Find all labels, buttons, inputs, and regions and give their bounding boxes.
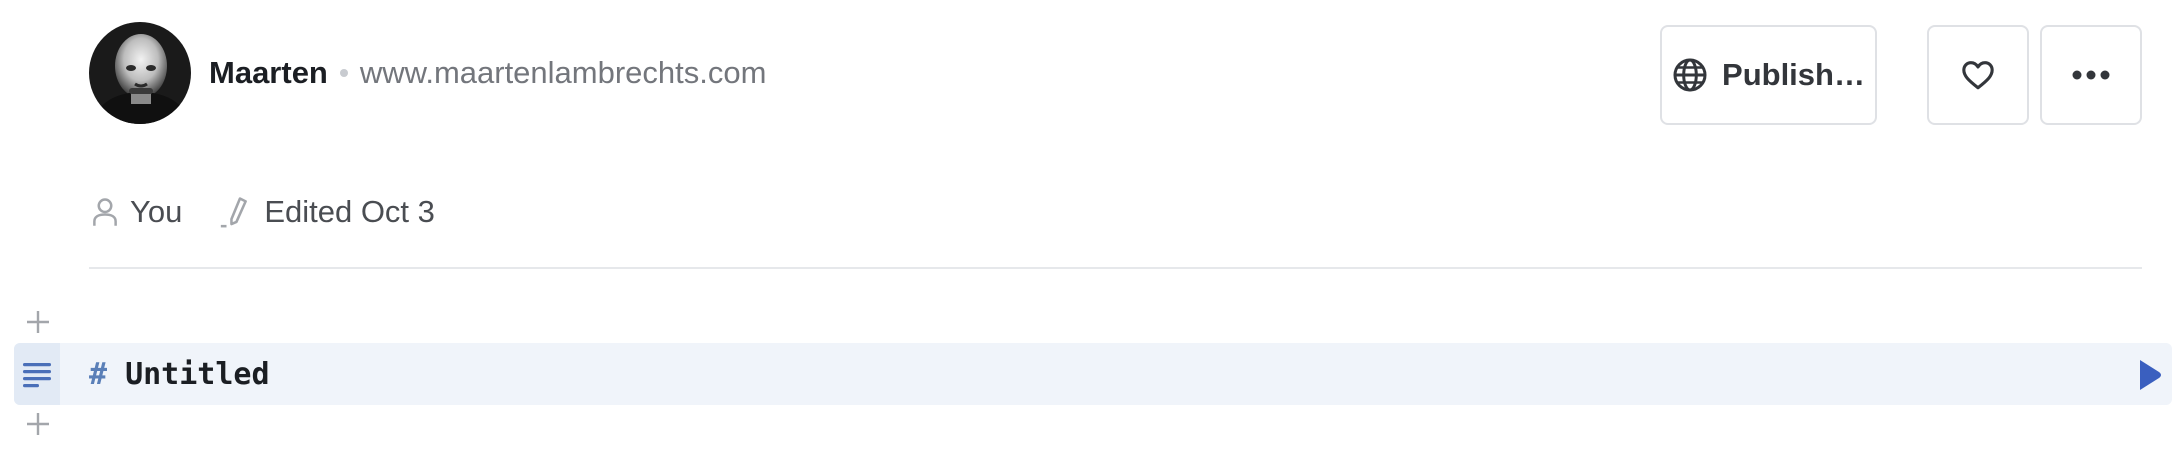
plus-icon bbox=[27, 413, 49, 435]
text-align-icon bbox=[23, 363, 51, 388]
heart-icon bbox=[1962, 61, 1994, 90]
add-cell-below-button[interactable] bbox=[23, 409, 53, 439]
notebook-page: Maarten www.maartenlambrechts.com Publis… bbox=[0, 0, 2182, 474]
avatar-portrait bbox=[89, 22, 191, 124]
notebook-meta: You Edited Oct 3 bbox=[92, 192, 435, 232]
cell-editor[interactable]: # Untitled bbox=[89, 343, 270, 405]
header-divider bbox=[89, 267, 2142, 269]
more-horizontal-icon bbox=[2072, 70, 2110, 80]
edited-info[interactable]: Edited Oct 3 bbox=[218, 194, 435, 230]
notebook-header: Maarten www.maartenlambrechts.com bbox=[89, 22, 766, 124]
like-button[interactable] bbox=[1927, 25, 2029, 125]
cell-menu-handle[interactable] bbox=[14, 343, 60, 405]
owner-label: You bbox=[130, 194, 183, 229]
play-icon bbox=[2140, 360, 2161, 390]
add-cell-above-button[interactable] bbox=[23, 307, 53, 337]
run-cell-button[interactable] bbox=[2134, 358, 2166, 392]
plus-icon bbox=[27, 311, 49, 333]
avatar[interactable] bbox=[89, 22, 191, 124]
pencil-icon bbox=[221, 197, 248, 228]
heading-hash: # bbox=[89, 356, 108, 392]
owner-info[interactable]: You bbox=[92, 194, 182, 230]
author-name[interactable]: Maarten bbox=[209, 55, 328, 91]
publish-button-label: Publish… bbox=[1722, 57, 1865, 92]
cell-title: Untitled bbox=[125, 356, 270, 392]
more-options-button[interactable] bbox=[2040, 25, 2142, 125]
separator-dot bbox=[339, 69, 348, 77]
globe-icon bbox=[1673, 58, 1707, 92]
notebook-cell[interactable]: # Untitled bbox=[14, 343, 2172, 405]
author-url-link[interactable]: www.maartenlambrechts.com bbox=[360, 55, 767, 91]
user-icon bbox=[93, 198, 117, 226]
edited-label: Edited Oct 3 bbox=[264, 194, 435, 229]
publish-button[interactable]: Publish… bbox=[1660, 25, 1877, 125]
